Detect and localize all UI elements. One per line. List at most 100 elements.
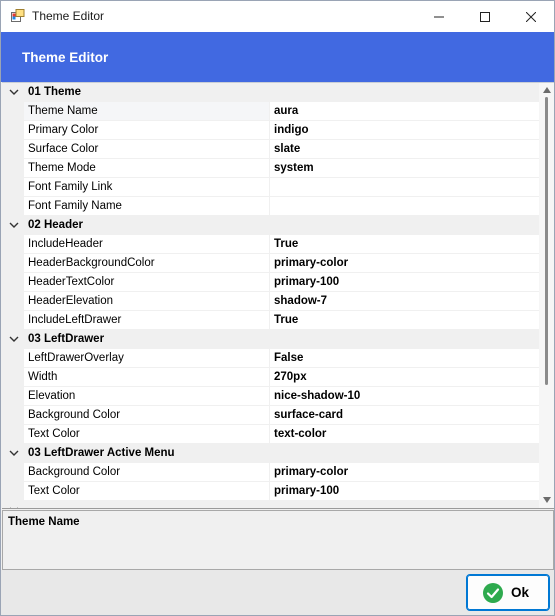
property-name[interactable]: Elevation (24, 387, 270, 406)
row-margin (2, 254, 24, 273)
category-row[interactable] (2, 501, 539, 509)
category-row[interactable]: 03 LeftDrawer (2, 330, 539, 349)
ok-button-label: Ok (511, 585, 530, 600)
property-row[interactable]: Background Color surface-card (2, 406, 539, 425)
property-name[interactable]: Width (24, 368, 270, 387)
row-margin (2, 406, 24, 425)
property-name[interactable]: IncludeLeftDrawer (24, 311, 270, 330)
property-row[interactable]: IncludeHeader True (2, 235, 539, 254)
property-row[interactable]: HeaderElevation shadow-7 (2, 292, 539, 311)
property-value[interactable] (270, 197, 539, 216)
property-name[interactable]: LeftDrawerOverlay (24, 349, 270, 368)
property-row[interactable]: Width 270px (2, 368, 539, 387)
property-value[interactable]: nice-shadow-10 (270, 387, 539, 406)
property-name[interactable]: HeaderElevation (24, 292, 270, 311)
chevron-down-icon[interactable] (8, 333, 20, 345)
row-margin (2, 311, 24, 330)
chevron-down-icon[interactable] (8, 447, 20, 459)
category-label: 01 Theme (28, 86, 82, 98)
property-name[interactable]: Text Color (24, 482, 270, 501)
property-value[interactable]: primary-color (270, 254, 539, 273)
row-margin (2, 102, 24, 121)
property-value[interactable]: indigo (270, 121, 539, 140)
window-title: Theme Editor (32, 9, 105, 23)
vertical-scrollbar[interactable] (539, 83, 554, 508)
property-value[interactable]: system (270, 159, 539, 178)
property-name[interactable]: IncludeHeader (24, 235, 270, 254)
property-name[interactable]: Text Color (24, 425, 270, 444)
property-row[interactable]: Text Color primary-100 (2, 482, 539, 501)
property-name[interactable]: Background Color (24, 406, 270, 425)
theme-editor-window: Theme Editor Theme Editor 01 Theme Theme… (0, 0, 555, 616)
property-value[interactable]: 270px (270, 368, 539, 387)
property-value[interactable]: True (270, 235, 539, 254)
property-name[interactable]: Font Family Link (24, 178, 270, 197)
property-name[interactable]: Background Color (24, 463, 270, 482)
close-button[interactable] (508, 1, 554, 32)
property-name[interactable]: Font Family Name (24, 197, 270, 216)
chevron-down-icon[interactable] (8, 219, 20, 231)
description-panel: Theme Name (2, 510, 554, 570)
property-row[interactable]: Font Family Name (2, 197, 539, 216)
description-title: Theme Name (8, 516, 80, 528)
minimize-icon (434, 16, 444, 17)
property-value[interactable]: slate (270, 140, 539, 159)
property-row[interactable]: Text Color text-color (2, 425, 539, 444)
property-name[interactable]: HeaderTextColor (24, 273, 270, 292)
chevron-down-icon[interactable] (8, 504, 20, 509)
property-value[interactable]: surface-card (270, 406, 539, 425)
scrollbar-thumb[interactable] (545, 97, 548, 385)
app-icon (11, 9, 25, 22)
property-row[interactable]: Elevation nice-shadow-10 (2, 387, 539, 406)
minimize-button[interactable] (416, 1, 462, 32)
close-icon (526, 11, 536, 22)
property-row[interactable]: Font Family Link (2, 178, 539, 197)
property-value[interactable]: primary-100 (270, 273, 539, 292)
property-row[interactable]: Background Color primary-color (2, 463, 539, 482)
maximize-button[interactable] (462, 1, 508, 32)
row-margin (2, 159, 24, 178)
property-value[interactable]: aura (270, 102, 539, 121)
property-row[interactable]: Theme Mode system (2, 159, 539, 178)
row-margin (2, 121, 24, 140)
property-value[interactable]: shadow-7 (270, 292, 539, 311)
property-name[interactable]: HeaderBackgroundColor (24, 254, 270, 273)
row-margin (2, 368, 24, 387)
row-margin (2, 425, 24, 444)
property-value[interactable]: False (270, 349, 539, 368)
property-name[interactable]: Theme Mode (24, 159, 270, 178)
scroll-down-icon[interactable] (543, 497, 551, 503)
property-row[interactable]: Primary Color indigo (2, 121, 539, 140)
chevron-down-icon[interactable] (8, 86, 20, 98)
property-name[interactable]: Primary Color (24, 121, 270, 140)
maximize-icon (480, 11, 490, 22)
category-label: 03 LeftDrawer (28, 333, 105, 345)
property-value[interactable]: True (270, 311, 539, 330)
property-grid-rows: 01 Theme Theme Name aura Primary Color i… (2, 83, 539, 509)
property-name[interactable]: Surface Color (24, 140, 270, 159)
property-value[interactable] (270, 178, 539, 197)
property-row[interactable]: IncludeLeftDrawer True (2, 311, 539, 330)
property-value[interactable]: primary-100 (270, 482, 539, 501)
property-row[interactable]: Theme Name aura (2, 102, 539, 121)
title-bar[interactable]: Theme Editor (1, 1, 554, 32)
property-row[interactable]: HeaderTextColor primary-100 (2, 273, 539, 292)
property-value[interactable]: primary-color (270, 463, 539, 482)
property-grid[interactable]: 01 Theme Theme Name aura Primary Color i… (2, 82, 554, 509)
scroll-up-icon[interactable] (543, 87, 551, 93)
category-row[interactable]: 03 LeftDrawer Active Menu (2, 444, 539, 463)
header-banner: Theme Editor (1, 32, 554, 82)
row-margin (2, 387, 24, 406)
category-row[interactable]: 01 Theme (2, 83, 539, 102)
property-name[interactable]: Theme Name (24, 102, 270, 121)
ok-button[interactable]: Ok (466, 574, 550, 611)
property-row[interactable]: LeftDrawerOverlay False (2, 349, 539, 368)
property-row[interactable]: HeaderBackgroundColor primary-color (2, 254, 539, 273)
row-margin (2, 235, 24, 254)
banner-title: Theme Editor (22, 50, 109, 65)
category-row[interactable]: 02 Header (2, 216, 539, 235)
row-margin (2, 349, 24, 368)
row-margin (2, 482, 24, 501)
property-value[interactable]: text-color (270, 425, 539, 444)
property-row[interactable]: Surface Color slate (2, 140, 539, 159)
